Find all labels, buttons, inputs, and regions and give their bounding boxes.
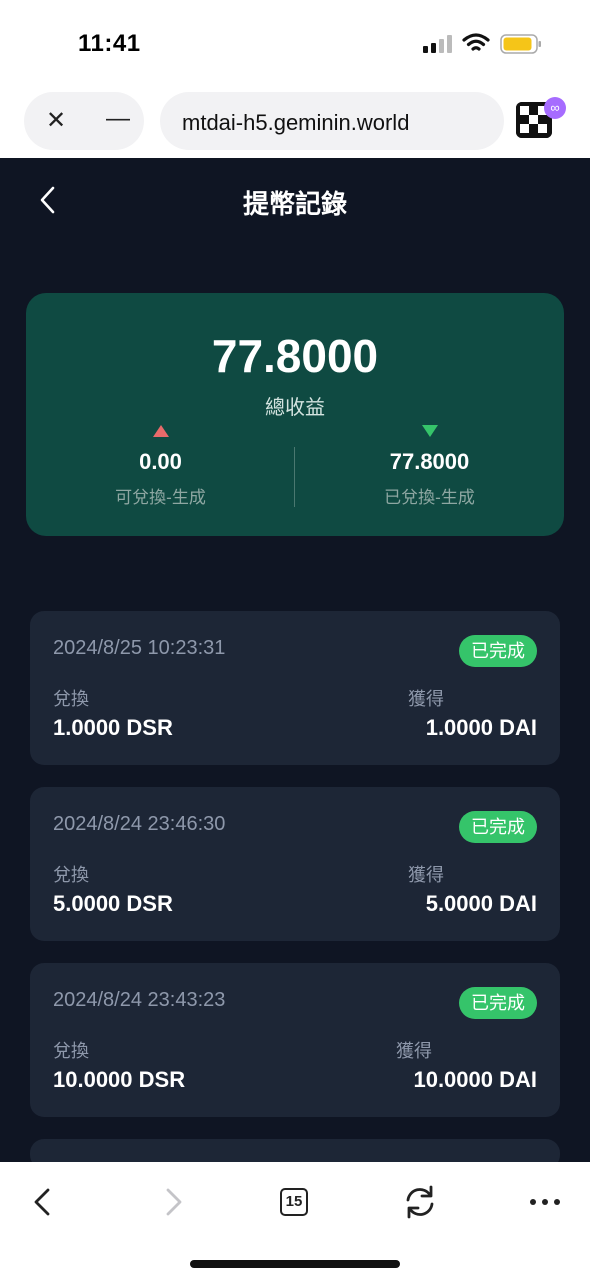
wifi-icon xyxy=(462,33,490,51)
page-header: 提幣記錄 xyxy=(0,158,590,248)
record-time: 2024/8/24 23:46:30 xyxy=(53,813,226,835)
refresh-icon[interactable] xyxy=(396,1178,444,1226)
redeemable-column: 0.00 可兌換-生成 xyxy=(26,421,295,511)
browser-controls: ✕ — xyxy=(24,92,144,150)
exchange-amount: 1.0000 DSR xyxy=(53,715,173,740)
record-card[interactable]: 2024/8/24 23:43:23 已完成 兌換 獲得 10.0000 DSR… xyxy=(30,963,560,1117)
redeemed-label: 已兌換-生成 xyxy=(384,488,475,507)
redeemable-value: 0.00 xyxy=(139,449,182,474)
status-badge: 已完成 xyxy=(459,635,537,667)
down-arrow-icon xyxy=(421,425,438,437)
url-text: mtdai-h5.geminin.world xyxy=(182,110,410,135)
redeemed-value: 77.8000 xyxy=(389,449,470,474)
received-label: 獲得 xyxy=(408,689,444,709)
home-indicator xyxy=(190,1260,400,1268)
received-label: 獲得 xyxy=(396,1041,432,1061)
link-badge-icon: ∞ xyxy=(544,97,566,119)
minimize-icon[interactable]: — xyxy=(106,107,130,131)
exchange-label: 兌換 xyxy=(53,865,89,885)
status-badge: 已完成 xyxy=(459,811,537,843)
record-card[interactable]: 2024/8/25 10:23:31 已完成 兌換 獲得 1.0000 DSR … xyxy=(30,611,560,765)
received-amount: 5.0000 DAI xyxy=(425,891,537,916)
total-earnings-label: 總收益 xyxy=(265,397,325,419)
up-arrow-icon xyxy=(152,425,169,437)
status-bar: 11:41 xyxy=(0,0,590,88)
received-amount: 1.0000 DAI xyxy=(425,715,537,740)
status-badge: 已完成 xyxy=(459,987,537,1019)
redeemable-label: 可兌換-生成 xyxy=(115,488,206,507)
summary-card: 77.8000 總收益 0.00 可兌換-生成 77.8000 已兌換-生成 xyxy=(26,293,564,536)
cellular-signal-icon xyxy=(423,35,452,53)
more-icon[interactable] xyxy=(521,1178,569,1226)
received-label: 獲得 xyxy=(408,865,444,885)
record-card[interactable]: 2024/8/24 23:46:30 已完成 兌換 獲得 5.0000 DSR … xyxy=(30,787,560,941)
exchange-amount: 10.0000 DSR xyxy=(53,1067,186,1092)
exchange-label: 兌換 xyxy=(53,1041,89,1061)
battery-icon xyxy=(500,34,541,54)
url-field[interactable]: mtdai-h5.geminin.world xyxy=(160,92,504,150)
status-time: 11:41 xyxy=(78,30,141,57)
exchange-amount: 5.0000 DSR xyxy=(53,891,173,916)
nav-back-icon[interactable] xyxy=(20,1178,68,1226)
received-amount: 10.0000 DAI xyxy=(413,1067,537,1092)
exchange-label: 兌換 xyxy=(53,689,89,709)
record-time: 2024/8/24 23:43:23 xyxy=(53,989,226,1011)
browser-bottom-nav: 15 xyxy=(0,1162,590,1280)
tab-count: 15 xyxy=(280,1188,308,1216)
total-earnings-value: 77.8000 xyxy=(211,330,379,382)
nav-forward-icon[interactable] xyxy=(148,1178,196,1226)
browser-address-bar: ✕ — mtdai-h5.geminin.world ∞ xyxy=(0,88,590,158)
tabs-button[interactable]: 15 xyxy=(271,1178,319,1226)
close-icon[interactable]: ✕ xyxy=(46,109,66,133)
redeemed-column: 77.8000 已兌換-生成 xyxy=(295,421,564,511)
record-time: 2024/8/25 10:23:31 xyxy=(53,637,226,659)
page-title: 提幣記錄 xyxy=(242,189,347,219)
